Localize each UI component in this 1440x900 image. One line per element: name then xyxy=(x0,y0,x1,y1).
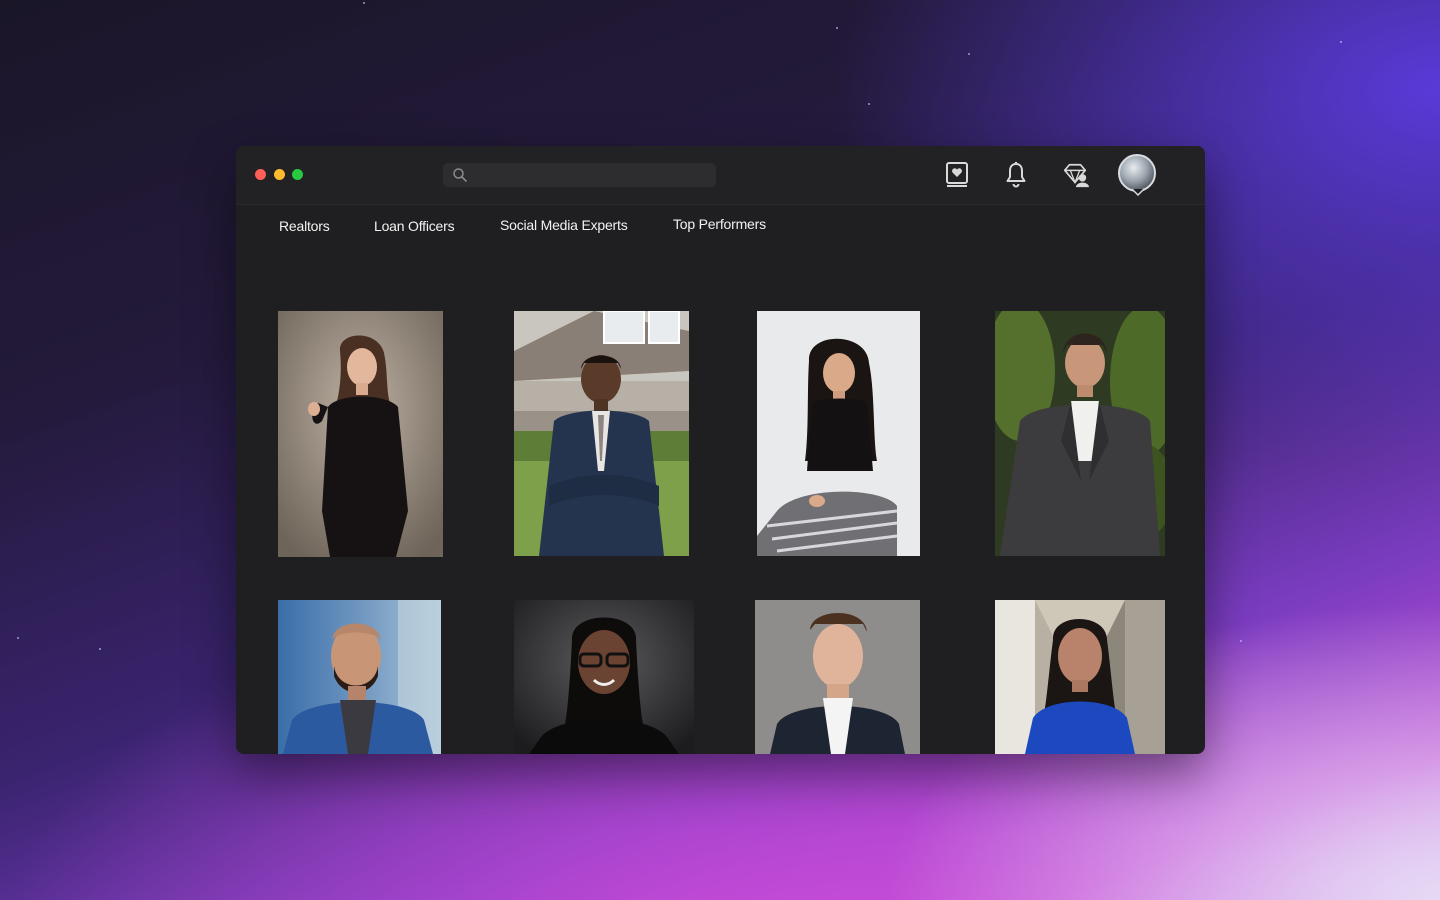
profile-photo-card[interactable] xyxy=(278,600,441,754)
star xyxy=(99,648,101,650)
portrait-image xyxy=(755,600,920,754)
zoom-window-button[interactable] xyxy=(292,169,303,180)
title-bar xyxy=(236,146,1205,205)
star xyxy=(868,103,870,105)
portrait-image xyxy=(514,600,694,754)
profile-photo-card[interactable] xyxy=(995,600,1165,754)
search-bar[interactable] xyxy=(443,163,716,187)
profile-photo-card[interactable] xyxy=(514,311,689,556)
portrait-image xyxy=(757,311,920,556)
portrait-image xyxy=(278,600,441,754)
close-window-button[interactable] xyxy=(255,169,266,180)
app-window: Realtors Loan Officers Social Media Expe… xyxy=(236,146,1205,754)
search-input[interactable] xyxy=(475,166,711,186)
membership-button[interactable] xyxy=(1061,160,1089,190)
bell-icon xyxy=(1006,161,1026,188)
tab-loan-officers[interactable]: Loan Officers xyxy=(374,218,455,234)
star xyxy=(17,637,19,639)
badge-gem-icon xyxy=(1063,163,1089,188)
star xyxy=(363,2,365,4)
tab-social-media-experts[interactable]: Social Media Experts xyxy=(500,217,628,233)
chevron-down-icon[interactable] xyxy=(1131,188,1145,196)
saved-profiles-icon xyxy=(946,162,968,187)
portrait-image xyxy=(514,311,689,556)
minimize-window-button[interactable] xyxy=(274,169,285,180)
portrait-image xyxy=(278,311,443,557)
tab-realtors[interactable]: Realtors xyxy=(279,218,330,234)
profile-photo-card[interactable] xyxy=(755,600,920,754)
search-icon xyxy=(453,168,467,182)
portrait-image xyxy=(995,600,1165,754)
user-avatar[interactable] xyxy=(1118,154,1156,192)
star xyxy=(1240,640,1242,642)
tab-top-performers[interactable]: Top Performers xyxy=(673,216,766,232)
category-tabs: Realtors Loan Officers Social Media Expe… xyxy=(236,216,1205,246)
star xyxy=(1340,41,1342,43)
star xyxy=(968,53,970,55)
profile-photo-card[interactable] xyxy=(757,311,920,556)
profile-photo-card[interactable] xyxy=(514,600,694,754)
star xyxy=(836,27,838,29)
saved-profiles-button[interactable] xyxy=(943,160,971,190)
profile-photo-card[interactable] xyxy=(995,311,1165,556)
portrait-image xyxy=(995,311,1165,556)
profile-photo-card[interactable] xyxy=(278,311,443,557)
notifications-button[interactable] xyxy=(1002,160,1030,190)
